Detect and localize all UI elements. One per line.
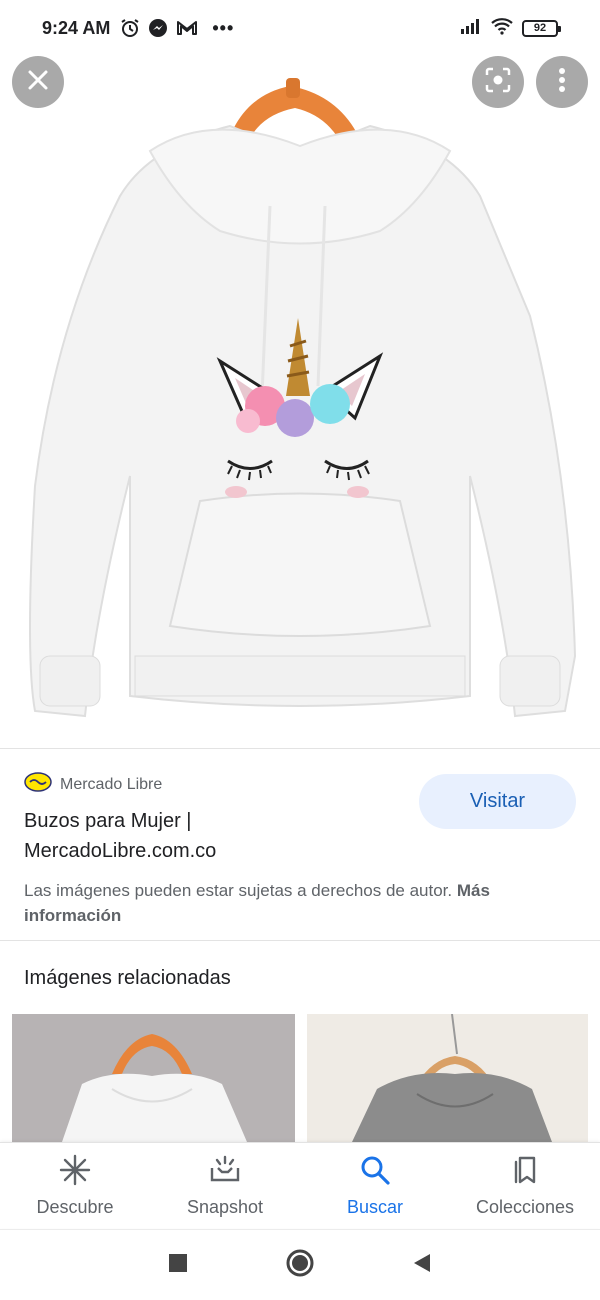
more-options-button[interactable] <box>536 56 588 108</box>
wifi-icon <box>490 17 514 40</box>
nav-label: Colecciones <box>475 1196 575 1217</box>
nav-label: Snapshot <box>186 1196 264 1217</box>
source-name: Mercado Libre <box>60 775 163 793</box>
collections-icon <box>509 1154 541 1191</box>
search-icon <box>359 1154 391 1191</box>
related-image-1[interactable] <box>12 1014 295 1142</box>
copyright-text: Las imágenes pueden estar sujetas a dere… <box>24 881 453 900</box>
hoodie-thumbnail-white <box>62 1034 247 1142</box>
result-title-line2: MercadoLibre.com.co <box>24 840 217 862</box>
status-overflow-dots: ••• <box>212 17 235 38</box>
recents-icon[interactable] <box>167 1252 189 1279</box>
visit-button[interactable]: Visitar <box>419 774 576 829</box>
lens-icon <box>485 67 511 98</box>
close-icon <box>27 69 49 96</box>
system-navigation-bar <box>0 1229 600 1300</box>
copyright-notice: Las imágenes pueden estar sujetas a dere… <box>24 878 584 928</box>
close-button[interactable] <box>12 56 64 108</box>
messenger-icon <box>148 18 168 38</box>
divider <box>0 748 600 749</box>
lens-button[interactable] <box>472 56 524 108</box>
alarm-icon <box>120 18 140 38</box>
gmail-icon <box>176 19 198 37</box>
main-image[interactable] <box>0 56 600 746</box>
signal-icon <box>460 18 482 39</box>
hoodie-image <box>29 78 577 718</box>
status-bar: 9:24 AM ••• 92 <box>0 0 600 56</box>
asterisk-icon <box>59 1154 91 1191</box>
status-time: 9:24 AM <box>42 17 111 38</box>
nav-snapshot[interactable]: Snapshot <box>150 1143 300 1228</box>
related-image-2[interactable] <box>307 1014 588 1142</box>
divider <box>0 940 600 941</box>
snapshot-icon <box>209 1154 241 1191</box>
nav-colecciones[interactable]: Colecciones <box>450 1143 600 1228</box>
nav-label: Descubre <box>36 1196 114 1217</box>
related-images-title: Imágenes relacionadas <box>24 967 231 989</box>
result-title[interactable]: Buzos para Mujer | MercadoLibre.com.co <box>24 806 364 866</box>
home-icon[interactable] <box>285 1248 315 1283</box>
nav-descubre[interactable]: Descubre <box>0 1143 150 1228</box>
hoodie-thumbnail-gray <box>352 1014 552 1142</box>
bottom-navigation: Descubre Snapshot Buscar Colecciones <box>0 1142 600 1228</box>
more-vert-icon <box>558 67 566 98</box>
battery-level: 92 <box>533 22 547 34</box>
mercado-libre-logo-icon <box>24 772 52 797</box>
nav-label: Buscar <box>346 1196 404 1217</box>
back-icon[interactable] <box>411 1252 433 1279</box>
result-title-line1: Buzos para Mujer | <box>24 810 192 832</box>
battery-icon: 92 <box>522 19 561 37</box>
source-row[interactable]: Mercado Libre <box>24 772 162 797</box>
nav-buscar[interactable]: Buscar <box>300 1143 450 1228</box>
